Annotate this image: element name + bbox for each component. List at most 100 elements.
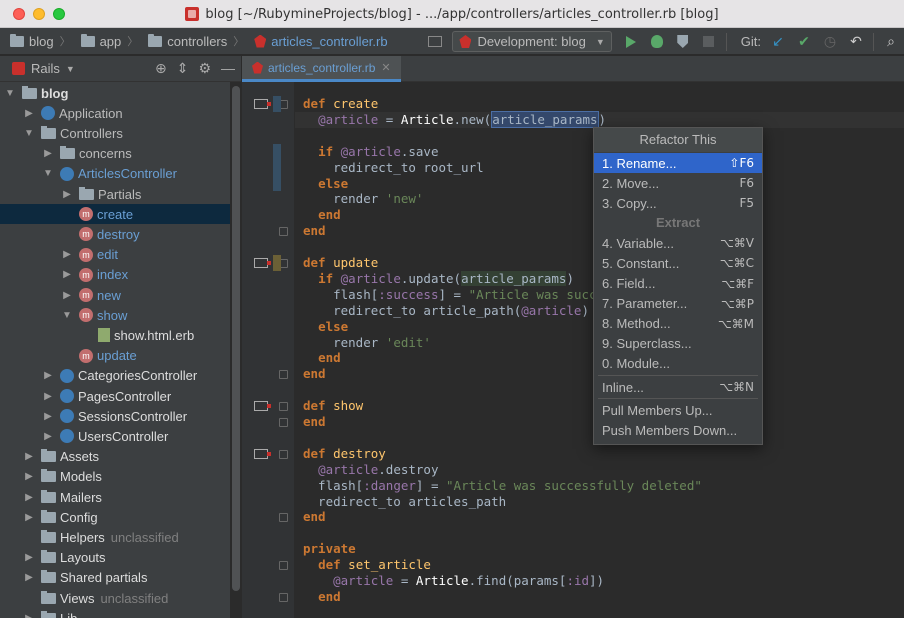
breadcrumb-blog[interactable]: blog 〉	[10, 33, 71, 49]
collapsed-arrow-icon[interactable]: ▶	[23, 492, 35, 503]
tree-item-assets[interactable]: ▶ Assets	[0, 447, 230, 467]
code-line[interactable]: private	[303, 541, 356, 557]
breadcrumb-file[interactable]: articles_controller.rb	[254, 34, 388, 49]
code-line[interactable]: @article = Article.new(article_params)	[295, 110, 904, 128]
tree-item-views[interactable]: Views unclassified	[0, 588, 230, 608]
collapsed-arrow-icon[interactable]: ▶	[23, 471, 35, 482]
code-line[interactable]: end	[303, 350, 341, 366]
tree-item-new[interactable]: ▶ m new	[0, 285, 230, 305]
tree-item-update[interactable]: m update	[0, 346, 230, 366]
tree-item-helpers[interactable]: Helpers unclassified	[0, 527, 230, 547]
collapsed-arrow-icon[interactable]: ▶	[23, 572, 35, 583]
code-line[interactable]: end	[303, 207, 341, 223]
code-line[interactable]: def destroy	[303, 446, 386, 462]
breadcrumb-app[interactable]: app 〉	[80, 33, 138, 49]
tree-item-partials[interactable]: ▶ Partials	[0, 184, 230, 204]
menu-item-superclass[interactable]: 9. Superclass...	[594, 334, 762, 354]
menu-item-field[interactable]: 6. Field... ⌥⌘F	[594, 274, 762, 294]
menu-item-push-members-down[interactable]: Push Members Down...	[594, 420, 762, 440]
code-line[interactable]: flash[:danger] = "Article was successful…	[303, 478, 702, 494]
expanded-arrow-icon[interactable]: ▼	[23, 128, 35, 139]
menu-item-method[interactable]: 8. Method... ⌥⌘M	[594, 314, 762, 334]
search-everywhere-button[interactable]: ⌕	[882, 33, 900, 51]
code-line[interactable]: def set_article	[303, 557, 431, 573]
code-line[interactable]: redirect_to articles_path	[303, 494, 506, 510]
tree-item-controllers[interactable]: ▼ Controllers	[0, 123, 230, 143]
collapsed-arrow-icon[interactable]: ▶	[23, 108, 35, 119]
code-line[interactable]: render 'edit'	[303, 335, 431, 351]
code-line[interactable]: end	[303, 223, 326, 239]
change-marker[interactable]	[273, 143, 281, 192]
tree-item-categoriescontroller[interactable]: ▶ CategoriesController	[0, 366, 230, 386]
collapsed-arrow-icon[interactable]: ▶	[42, 411, 54, 422]
code-line[interactable]: @article.destroy	[303, 462, 438, 478]
method-gutter-icon[interactable]	[254, 99, 271, 109]
git-update-button[interactable]: ↙	[769, 33, 787, 51]
hide-icon[interactable]: —	[221, 60, 235, 77]
editor-gutter[interactable]	[242, 82, 294, 618]
dropdown-arrow-icon[interactable]: ▼	[66, 64, 75, 74]
code-line[interactable]: def create	[303, 96, 378, 112]
tree-item-mailers[interactable]: ▶ Mailers	[0, 487, 230, 507]
fold-icon[interactable]	[279, 227, 288, 237]
locate-icon[interactable]: ⊕	[155, 60, 167, 77]
tree-item-lib[interactable]: ▶ Lib	[0, 608, 230, 618]
code-line[interactable]: redirect_to root_url	[303, 160, 484, 176]
method-gutter-icon[interactable]	[254, 448, 271, 459]
collapsed-arrow-icon[interactable]: ▶	[23, 552, 35, 563]
collapsed-arrow-icon[interactable]: ▶	[23, 613, 35, 618]
change-marker[interactable]	[273, 255, 281, 271]
close-window-button[interactable]	[13, 7, 25, 20]
collapse-all-icon[interactable]: ⇕	[177, 60, 189, 77]
tree-item-show[interactable]: ▼ m show	[0, 305, 230, 325]
menu-item-move[interactable]: 2. Move... F6	[594, 173, 762, 193]
menu-item-copy[interactable]: 3. Copy... F5	[594, 193, 762, 213]
code-line[interactable]: def show	[303, 398, 363, 414]
menu-item-module[interactable]: 0. Module...	[594, 354, 762, 374]
code-line[interactable]: end	[303, 414, 326, 430]
fold-icon[interactable]	[279, 561, 288, 571]
fold-icon[interactable]	[279, 592, 288, 602]
tree-item-pagescontroller[interactable]: ▶ PagesController	[0, 386, 230, 406]
menu-item-parameter[interactable]: 7. Parameter... ⌥⌘P	[594, 294, 762, 314]
tree-item-blog[interactable]: ▼ blog	[0, 83, 230, 103]
code-line[interactable]: end	[303, 509, 326, 525]
fold-icon[interactable]	[279, 418, 288, 427]
tree-item-edit[interactable]: ▶ m edit	[0, 245, 230, 265]
tree-item-create[interactable]: m create	[0, 204, 230, 225]
minimize-window-button[interactable]	[33, 7, 45, 20]
collapsed-arrow-icon[interactable]: ▶	[42, 370, 54, 381]
zoom-window-button[interactable]	[53, 7, 65, 20]
code-line[interactable]: else	[303, 319, 348, 335]
gear-icon[interactable]: ⚙	[198, 60, 211, 77]
code-line[interactable]: else	[303, 176, 348, 192]
collapsed-arrow-icon[interactable]: ▶	[42, 431, 54, 442]
code-line[interactable]: def update	[303, 255, 378, 271]
fold-icon[interactable]	[279, 402, 288, 412]
method-gutter-icon[interactable]	[254, 401, 271, 412]
tree-item-application[interactable]: ▶ Application	[0, 103, 230, 123]
code-line[interactable]: flash[:success] = "Article was succ	[303, 287, 596, 303]
git-commit-button[interactable]: ✔	[795, 33, 813, 51]
code-line[interactable]: redirect_to article_path(@article)	[303, 303, 589, 319]
expanded-arrow-icon[interactable]: ▼	[61, 310, 73, 321]
tree-item-config[interactable]: ▶ Config	[0, 507, 230, 527]
collapsed-arrow-icon[interactable]: ▶	[61, 290, 73, 301]
expanded-arrow-icon[interactable]: ▼	[42, 168, 54, 179]
fold-icon[interactable]	[279, 449, 288, 459]
project-tree-scrollbar[interactable]	[232, 86, 240, 591]
tree-item-layouts[interactable]: ▶ Layouts	[0, 548, 230, 568]
stop-button[interactable]	[700, 33, 718, 51]
menu-item-variable[interactable]: 4. Variable... ⌥⌘V	[594, 233, 762, 253]
tree-item-models[interactable]: ▶ Models	[0, 467, 230, 487]
tab-articles-controller[interactable]: articles_controller.rb ✕	[242, 56, 401, 82]
run-configuration-select[interactable]: Development: blog ▼	[452, 31, 612, 52]
change-marker[interactable]	[273, 95, 281, 112]
tree-item-destroy[interactable]: m destroy	[0, 224, 230, 244]
tree-item-shared-partials[interactable]: ▶ Shared partials	[0, 568, 230, 588]
project-view-selector[interactable]: Rails	[31, 61, 60, 76]
git-rollback-button[interactable]: ↶	[847, 33, 865, 51]
run-button[interactable]	[622, 33, 640, 51]
coverage-button[interactable]	[674, 33, 692, 51]
tree-item-index[interactable]: ▶ m index	[0, 265, 230, 285]
